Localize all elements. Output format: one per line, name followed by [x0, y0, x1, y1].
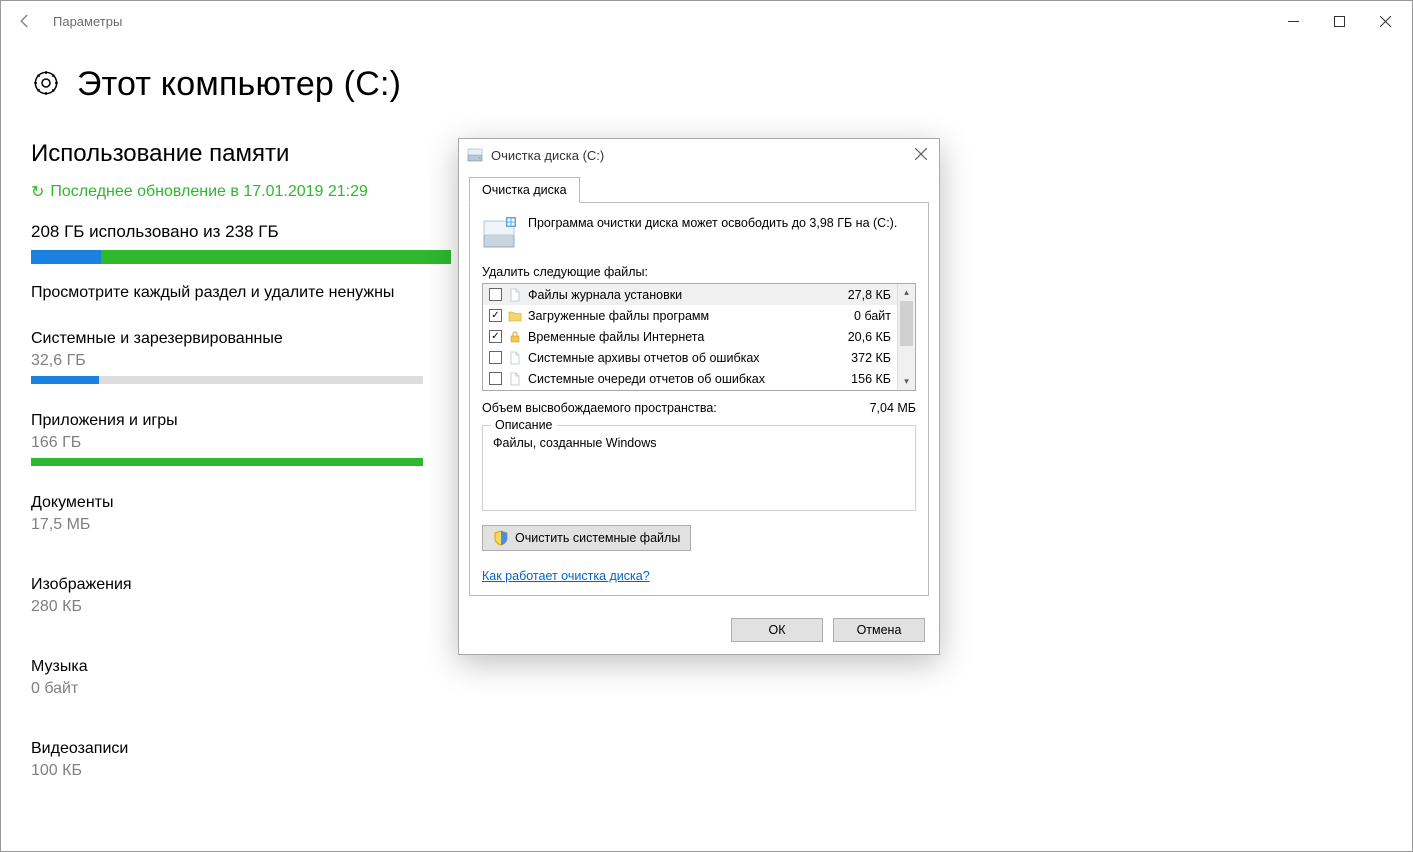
clean-system-files-label: Очистить системные файлы — [515, 531, 680, 545]
scroll-up-button[interactable]: ▴ — [898, 284, 915, 301]
cancel-button[interactable]: Отмена — [833, 618, 925, 642]
dialog-titlebar: Очистка диска (C:) — [459, 139, 939, 171]
usage-bar — [31, 250, 451, 264]
file-list-row[interactable]: Системные очереди отчетов об ошибках 156 … — [483, 368, 897, 389]
category-bar — [31, 786, 423, 794]
page-title: Этот компьютер (C:) — [77, 65, 401, 104]
category-bar — [31, 376, 423, 384]
file-icon — [508, 351, 522, 365]
checkbox[interactable] — [489, 372, 502, 385]
tab-cleanup[interactable]: Очистка диска — [469, 177, 580, 203]
category-bar — [31, 540, 423, 548]
dialog-title: Очистка диска (C:) — [491, 148, 604, 163]
usage-bar-system-segment — [31, 250, 101, 264]
file-name: Файлы журнала установки — [528, 288, 836, 302]
free-space-label: Объем высвобождаемого пространства: — [482, 401, 717, 415]
ok-button[interactable]: ОК — [731, 618, 823, 642]
file-icon — [508, 372, 522, 386]
category-bar — [31, 458, 423, 466]
description-text: Файлы, созданные Windows — [493, 436, 905, 450]
file-list-row[interactable]: Системные архивы отчетов об ошибках 372 К… — [483, 347, 897, 368]
lock-icon — [508, 330, 522, 344]
scroll-track[interactable] — [898, 301, 915, 373]
category-bar-fill — [31, 458, 423, 466]
disk-cleanup-icon — [482, 215, 518, 251]
description-group: Описание Файлы, созданные Windows — [482, 425, 916, 511]
dialog-close-button[interactable] — [911, 144, 931, 167]
file-list-row[interactable]: Временные файлы Интернета 20,6 КБ — [483, 326, 897, 347]
category-title: Музыка — [31, 658, 1382, 676]
file-name: Системные очереди отчетов об ошибках — [528, 372, 839, 386]
file-list: Файлы журнала установки 27,8 КБ Загруженны… — [482, 283, 916, 391]
maximize-button[interactable] — [1316, 1, 1362, 41]
minimize-button[interactable] — [1270, 1, 1316, 41]
file-list-row[interactable]: Загруженные файлы программ 0 байт — [483, 305, 897, 326]
storage-category[interactable]: Музыка 0 байт — [31, 658, 1382, 712]
drive-icon — [467, 147, 483, 163]
tab-content: Программа очистки диска может освободить… — [469, 203, 929, 596]
checkbox[interactable] — [489, 309, 502, 322]
file-name: Временные файлы Интернета — [528, 330, 836, 344]
disk-cleanup-dialog: Очистка диска (C:) Очистка диска Програм… — [458, 138, 940, 655]
shield-icon — [493, 530, 509, 546]
scroll-down-button[interactable]: ▾ — [898, 373, 915, 390]
close-button[interactable] — [1362, 1, 1408, 41]
page-header: Этот компьютер (C:) — [31, 65, 1382, 104]
file-size: 372 КБ — [851, 351, 891, 365]
category-size: 0 байт — [31, 680, 1382, 698]
tab-strip: Очистка диска — [469, 177, 929, 203]
window-titlebar: Параметры — [1, 1, 1412, 41]
checkbox[interactable] — [489, 288, 502, 301]
file-name: Системные архивы отчетов об ошибках — [528, 351, 839, 365]
file-icon — [508, 288, 522, 302]
file-size: 27,8 КБ — [848, 288, 891, 302]
category-size: 100 КБ — [31, 762, 1382, 780]
storage-category[interactable]: Видеозаписи 100 КБ — [31, 740, 1382, 794]
free-space-value: 7,04 МБ — [870, 401, 916, 415]
file-size: 0 байт — [854, 309, 891, 323]
category-bar-fill — [31, 376, 99, 384]
delete-files-label: Удалить следующие файлы: — [482, 265, 916, 279]
file-list-row[interactable]: Файлы журнала установки 27,8 КБ — [483, 284, 897, 305]
category-bar — [31, 704, 423, 712]
dialog-intro-text: Программа очистки диска может освободить… — [528, 215, 897, 251]
clean-system-files-button[interactable]: Очистить системные файлы — [482, 525, 691, 551]
category-title: Видеозаписи — [31, 740, 1382, 758]
help-link[interactable]: Как работает очистка диска? — [482, 569, 916, 583]
gear-icon — [31, 68, 61, 101]
category-bar — [31, 622, 423, 630]
file-size: 156 КБ — [851, 372, 891, 386]
scroll-thumb[interactable] — [900, 301, 913, 346]
checkbox[interactable] — [489, 330, 502, 343]
refresh-text: Последнее обновление в 17.01.2019 21:29 — [50, 183, 367, 201]
file-name: Загруженные файлы программ — [528, 309, 842, 323]
scrollbar[interactable]: ▴ ▾ — [897, 284, 915, 390]
checkbox[interactable] — [489, 351, 502, 364]
file-size: 20,6 КБ — [848, 330, 891, 344]
folder-icon — [508, 309, 522, 323]
back-button[interactable] — [5, 1, 45, 41]
window-title: Параметры — [53, 14, 122, 29]
description-legend: Описание — [491, 418, 557, 432]
refresh-icon: ↻ — [31, 182, 44, 202]
